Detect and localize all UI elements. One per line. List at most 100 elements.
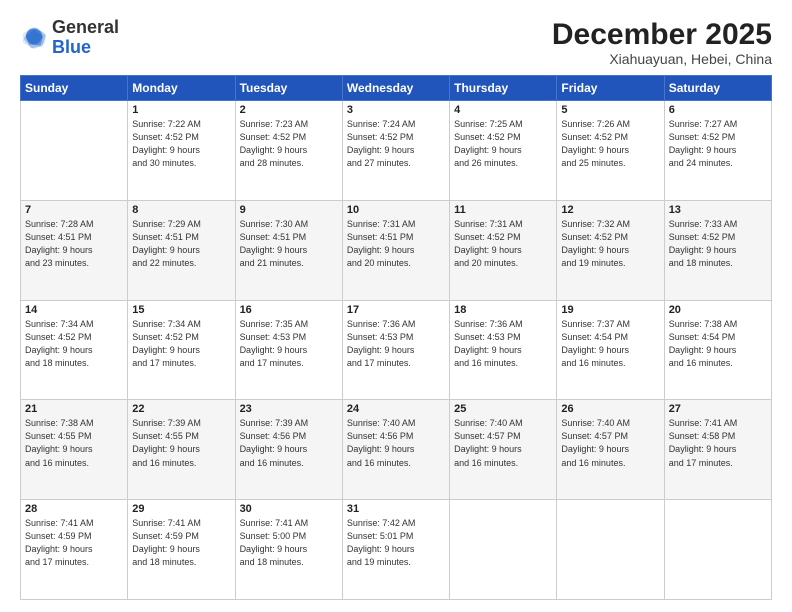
day-number: 11 [454, 204, 552, 216]
day-header-thursday: Thursday [450, 76, 557, 101]
day-number: 6 [669, 104, 767, 116]
day-number: 18 [454, 304, 552, 316]
day-info: Sunrise: 7:34 AMSunset: 4:52 PMDaylight:… [132, 318, 230, 370]
day-info: Sunrise: 7:40 AMSunset: 4:56 PMDaylight:… [347, 417, 445, 469]
title-block: December 2025 Xiahuayuan, Hebei, China [552, 18, 772, 67]
day-info: Sunrise: 7:31 AMSunset: 4:52 PMDaylight:… [454, 218, 552, 270]
location-title: Xiahuayuan, Hebei, China [552, 51, 772, 67]
day-info: Sunrise: 7:41 AMSunset: 4:59 PMDaylight:… [132, 517, 230, 569]
day-cell [21, 101, 128, 201]
day-cell: 1 Sunrise: 7:22 AMSunset: 4:52 PMDaylight… [128, 101, 235, 201]
day-cell: 26 Sunrise: 7:40 AMSunset: 4:57 PMDayligh… [557, 400, 664, 500]
day-info: Sunrise: 7:40 AMSunset: 4:57 PMDaylight:… [454, 417, 552, 469]
day-cell: 31Sunrise: 7:42 AMSunset: 5:01 PMDayligh… [342, 500, 449, 600]
day-cell: 7Sunrise: 7:28 AMSunset: 4:51 PMDaylight… [21, 200, 128, 300]
page: General Blue December 2025 Xiahuayuan, H… [0, 0, 792, 612]
day-number: 19 [561, 304, 659, 316]
day-info: Sunrise: 7:29 AMSunset: 4:51 PMDaylight:… [132, 218, 230, 270]
day-number: 28 [25, 503, 123, 515]
day-cell: 6 Sunrise: 7:27 AMSunset: 4:52 PMDaylight… [664, 101, 771, 201]
day-info: Sunrise: 7:37 AMSunset: 4:54 PMDaylight:… [561, 318, 659, 370]
month-title: December 2025 [552, 18, 772, 51]
day-cell: 3Sunrise: 7:24 AMSunset: 4:52 PMDaylight… [342, 101, 449, 201]
day-cell: 9 Sunrise: 7:30 AMSunset: 4:51 PMDaylight… [235, 200, 342, 300]
day-cell: 16 Sunrise: 7:35 AMSunset: 4:53 PMDayligh… [235, 300, 342, 400]
day-header-monday: Monday [128, 76, 235, 101]
day-cell: 22 Sunrise: 7:39 AMSunset: 4:55 PMDayligh… [128, 400, 235, 500]
week-row-1: 1 Sunrise: 7:22 AMSunset: 4:52 PMDaylight… [21, 101, 772, 201]
day-info: Sunrise: 7:41 AMSunset: 4:59 PMDaylight:… [25, 517, 123, 569]
day-number: 22 [132, 403, 230, 415]
day-cell: 5 Sunrise: 7:26 AMSunset: 4:52 PMDaylight… [557, 101, 664, 201]
day-cell: 23 Sunrise: 7:39 AMSunset: 4:56 PMDayligh… [235, 400, 342, 500]
day-info: Sunrise: 7:39 AMSunset: 4:55 PMDaylight:… [132, 417, 230, 469]
day-number: 30 [240, 503, 338, 515]
day-info: Sunrise: 7:25 AMSunset: 4:52 PMDaylight:… [454, 118, 552, 170]
day-info: Sunrise: 7:33 AMSunset: 4:52 PMDaylight:… [669, 218, 767, 270]
day-info: Sunrise: 7:32 AMSunset: 4:52 PMDaylight:… [561, 218, 659, 270]
day-header-tuesday: Tuesday [235, 76, 342, 101]
day-cell: 2 Sunrise: 7:23 AMSunset: 4:52 PMDaylight… [235, 101, 342, 201]
logo-general: General [52, 17, 119, 37]
day-number: 25 [454, 403, 552, 415]
week-row-4: 21 Sunrise: 7:38 AMSunset: 4:55 PMDayligh… [21, 400, 772, 500]
week-row-3: 14Sunrise: 7:34 AMSunset: 4:52 PMDayligh… [21, 300, 772, 400]
day-cell: 10Sunrise: 7:31 AMSunset: 4:51 PMDayligh… [342, 200, 449, 300]
day-info: Sunrise: 7:36 AMSunset: 4:53 PMDaylight:… [347, 318, 445, 370]
day-cell [664, 500, 771, 600]
day-cell: 27Sunrise: 7:41 AMSunset: 4:58 PMDayligh… [664, 400, 771, 500]
day-info: Sunrise: 7:40 AMSunset: 4:57 PMDaylight:… [561, 417, 659, 469]
logo: General Blue [20, 18, 119, 58]
day-number: 20 [669, 304, 767, 316]
day-number: 9 [240, 204, 338, 216]
day-header-saturday: Saturday [664, 76, 771, 101]
day-cell: 8 Sunrise: 7:29 AMSunset: 4:51 PMDaylight… [128, 200, 235, 300]
day-info: Sunrise: 7:22 AMSunset: 4:52 PMDaylight:… [132, 118, 230, 170]
day-number: 29 [132, 503, 230, 515]
day-cell: 24Sunrise: 7:40 AMSunset: 4:56 PMDayligh… [342, 400, 449, 500]
day-info: Sunrise: 7:30 AMSunset: 4:51 PMDaylight:… [240, 218, 338, 270]
calendar-table: SundayMondayTuesdayWednesdayThursdayFrid… [20, 75, 772, 600]
day-info: Sunrise: 7:39 AMSunset: 4:56 PMDaylight:… [240, 417, 338, 469]
week-row-2: 7Sunrise: 7:28 AMSunset: 4:51 PMDaylight… [21, 200, 772, 300]
day-cell: 18Sunrise: 7:36 AMSunset: 4:53 PMDayligh… [450, 300, 557, 400]
day-number: 7 [25, 204, 123, 216]
day-cell: 19 Sunrise: 7:37 AMSunset: 4:54 PMDayligh… [557, 300, 664, 400]
day-info: Sunrise: 7:41 AMSunset: 5:00 PMDaylight:… [240, 517, 338, 569]
day-cell: 13 Sunrise: 7:33 AMSunset: 4:52 PMDayligh… [664, 200, 771, 300]
day-number: 10 [347, 204, 445, 216]
day-header-sunday: Sunday [21, 76, 128, 101]
day-number: 5 [561, 104, 659, 116]
day-number: 16 [240, 304, 338, 316]
day-cell: 30 Sunrise: 7:41 AMSunset: 5:00 PMDayligh… [235, 500, 342, 600]
day-number: 23 [240, 403, 338, 415]
day-number: 4 [454, 104, 552, 116]
day-info: Sunrise: 7:34 AMSunset: 4:52 PMDaylight:… [25, 318, 123, 370]
day-cell: 21 Sunrise: 7:38 AMSunset: 4:55 PMDayligh… [21, 400, 128, 500]
day-info: Sunrise: 7:27 AMSunset: 4:52 PMDaylight:… [669, 118, 767, 170]
header: General Blue December 2025 Xiahuayuan, H… [20, 18, 772, 67]
day-info: Sunrise: 7:38 AMSunset: 4:54 PMDaylight:… [669, 318, 767, 370]
week-row-5: 28 Sunrise: 7:41 AMSunset: 4:59 PMDayligh… [21, 500, 772, 600]
day-number: 21 [25, 403, 123, 415]
day-info: Sunrise: 7:41 AMSunset: 4:58 PMDaylight:… [669, 417, 767, 469]
day-cell: 20 Sunrise: 7:38 AMSunset: 4:54 PMDayligh… [664, 300, 771, 400]
day-number: 12 [561, 204, 659, 216]
day-number: 1 [132, 104, 230, 116]
day-info: Sunrise: 7:38 AMSunset: 4:55 PMDaylight:… [25, 417, 123, 469]
day-info: Sunrise: 7:23 AMSunset: 4:52 PMDaylight:… [240, 118, 338, 170]
day-number: 26 [561, 403, 659, 415]
day-cell: 4 Sunrise: 7:25 AMSunset: 4:52 PMDaylight… [450, 101, 557, 201]
day-cell: 12 Sunrise: 7:32 AMSunset: 4:52 PMDayligh… [557, 200, 664, 300]
day-number: 2 [240, 104, 338, 116]
day-cell: 28 Sunrise: 7:41 AMSunset: 4:59 PMDayligh… [21, 500, 128, 600]
day-cell: 29 Sunrise: 7:41 AMSunset: 4:59 PMDayligh… [128, 500, 235, 600]
day-info: Sunrise: 7:35 AMSunset: 4:53 PMDaylight:… [240, 318, 338, 370]
day-number: 13 [669, 204, 767, 216]
day-number: 15 [132, 304, 230, 316]
day-cell: 25 Sunrise: 7:40 AMSunset: 4:57 PMDayligh… [450, 400, 557, 500]
day-info: Sunrise: 7:26 AMSunset: 4:52 PMDaylight:… [561, 118, 659, 170]
day-number: 8 [132, 204, 230, 216]
day-info: Sunrise: 7:24 AMSunset: 4:52 PMDaylight:… [347, 118, 445, 170]
day-cell: 11 Sunrise: 7:31 AMSunset: 4:52 PMDayligh… [450, 200, 557, 300]
